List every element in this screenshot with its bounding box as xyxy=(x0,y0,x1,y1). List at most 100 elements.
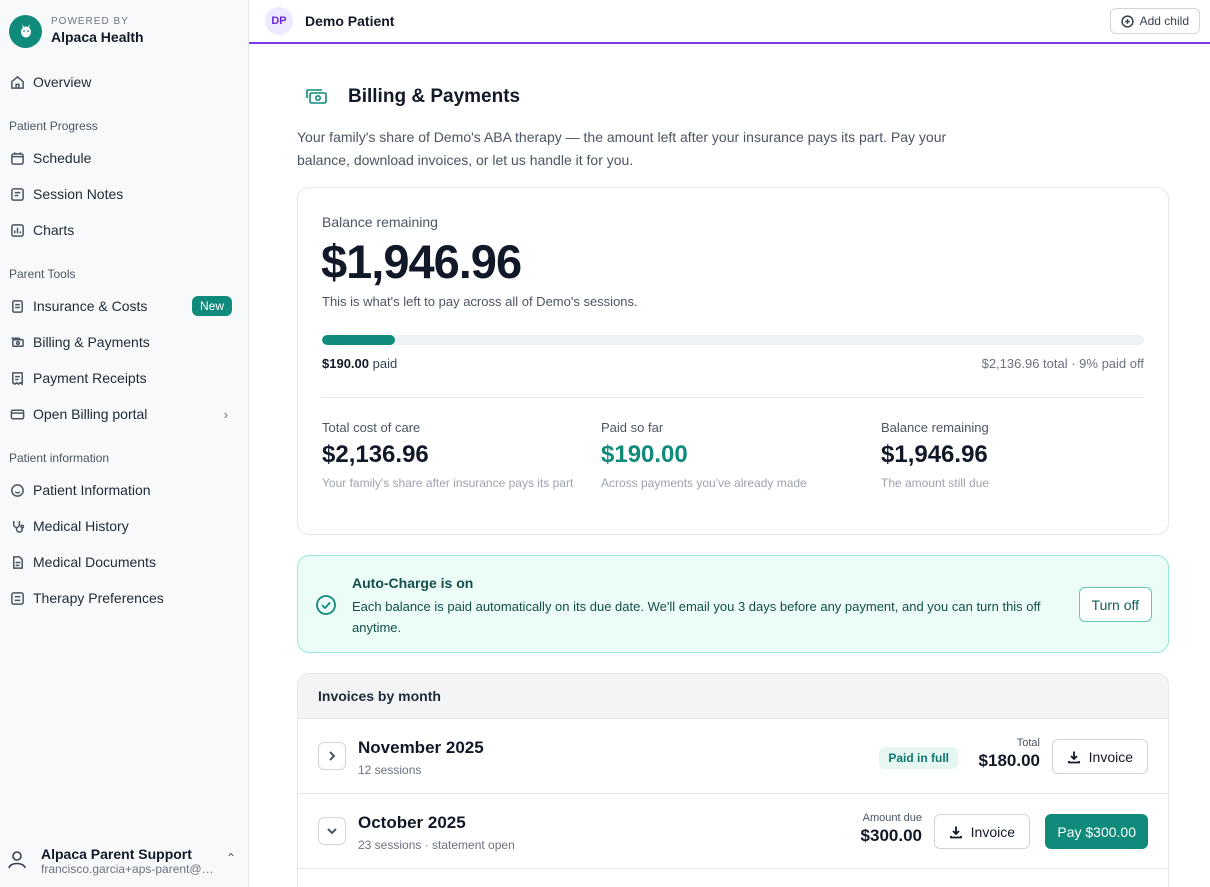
user-icon xyxy=(6,848,28,875)
stat-value: $1,946.96 xyxy=(881,441,988,468)
stat-label: Paid so far xyxy=(601,420,664,435)
invoices-header: Invoices by month xyxy=(298,674,1168,719)
user-menu[interactable]: Alpaca Parent Support francisco.garcia+a… xyxy=(0,835,248,887)
divider xyxy=(322,397,1144,398)
stat-label: Balance remaining xyxy=(881,420,989,435)
sidebar-item-medical-history[interactable]: Medical History xyxy=(0,511,248,541)
balance-amount: $1,946.96 xyxy=(321,235,522,288)
expand-toggle[interactable] xyxy=(318,742,346,770)
sidebar-item-session-notes[interactable]: Session Notes xyxy=(0,179,248,209)
sidebar-item-overview[interactable]: Overview xyxy=(0,67,248,97)
stat-note: Your family's share after insurance pays… xyxy=(322,476,574,490)
paid-in-full-badge: Paid in full xyxy=(879,747,958,769)
invoice-month: November 2025 xyxy=(358,738,484,757)
patient-avatar[interactable]: DP xyxy=(265,7,293,35)
payment-progress-fill xyxy=(322,335,396,345)
paid-line: $190.00 paid xyxy=(322,356,397,371)
paid-word: paid xyxy=(372,356,398,371)
preferences-icon xyxy=(9,590,25,606)
new-badge: New xyxy=(191,296,232,316)
page-title: Billing & Payments xyxy=(348,86,521,107)
notes-icon xyxy=(9,186,25,202)
autocharge-text: Each balance is paid automatically on it… xyxy=(352,599,1041,635)
sidebar-item-therapy-preferences[interactable]: Therapy Preferences xyxy=(0,583,248,613)
section-label-patient-progress: Patient Progress xyxy=(9,119,98,133)
sidebar-item-label: Billing & Payments xyxy=(33,334,150,350)
check-circle-icon xyxy=(315,594,337,616)
invoices-card: Invoices by month November 2025 12 sessi… xyxy=(297,673,1169,887)
sidebar-item-label: Schedule xyxy=(33,150,92,166)
amount-label: Total xyxy=(1016,737,1040,749)
sidebar-item-label: Session Notes xyxy=(33,186,124,202)
patient-name[interactable]: Demo Patient xyxy=(305,13,394,29)
section-label-parent-tools: Parent Tools xyxy=(9,267,76,281)
invoice-row-november: November 2025 12 sessions Paid in full T… xyxy=(298,719,1168,794)
sidebar-item-insurance-costs[interactable]: Insurance & Costs New xyxy=(0,291,248,321)
cash-icon xyxy=(9,334,25,350)
download-icon xyxy=(949,826,962,838)
home-icon xyxy=(9,74,25,90)
calendar-icon xyxy=(9,150,25,166)
sidebar-item-label: Medical Documents xyxy=(33,554,156,570)
invoice-amount-block: Total $180.00 xyxy=(979,737,1040,771)
balance-note: This is what's left to pay across all of… xyxy=(322,294,638,309)
stat-label: Total cost of care xyxy=(322,420,421,435)
file-icon xyxy=(9,554,25,570)
balance-label: Balance remaining xyxy=(322,214,438,230)
topbar: DP Demo Patient Add child xyxy=(249,0,1210,44)
brand[interactable]: POWERED BY Alpaca Health xyxy=(0,0,248,62)
smile-icon xyxy=(9,482,25,498)
invoice-button-label: Invoice xyxy=(1088,748,1133,765)
stat-total-cost: Total cost of care $2,136.96 Your family… xyxy=(322,420,577,491)
user-email: francisco.garcia+aps-parent@alpacahealth… xyxy=(41,862,216,876)
powered-by-label: POWERED BY xyxy=(51,16,129,27)
amount-label: Amount due xyxy=(862,812,922,824)
download-invoice-button[interactable]: Invoice xyxy=(933,814,1030,849)
sidebar-item-payment-receipts[interactable]: Payment Receipts xyxy=(0,363,248,393)
alpaca-logo-icon xyxy=(9,14,42,48)
sidebar-item-charts[interactable]: Charts xyxy=(0,215,248,245)
stat-value: $2,136.96 xyxy=(322,441,429,468)
invoice-month: October 2025 xyxy=(358,813,466,832)
invoice-button-label: Invoice xyxy=(970,823,1015,840)
stethoscope-icon xyxy=(9,518,25,534)
sidebar-item-label: Medical History xyxy=(33,518,129,534)
chevron-right-icon: › xyxy=(223,406,228,422)
stat-balance-remaining: Balance remaining $1,946.96 The amount s… xyxy=(881,420,1136,491)
add-child-label: Add child xyxy=(1139,14,1189,28)
plus-circle-icon xyxy=(1120,14,1134,28)
sidebar-item-billing-payments[interactable]: Billing & Payments xyxy=(0,327,248,357)
sidebar: POWERED BY Alpaca Health Overview Patien… xyxy=(0,0,249,887)
brand-name: Alpaca Health xyxy=(51,29,144,45)
invoice-amount-block: Amount due $300.00 xyxy=(861,812,922,846)
sidebar-item-patient-information[interactable]: Patient Information xyxy=(0,475,248,505)
sidebar-item-label: Payment Receipts xyxy=(33,370,147,386)
sidebar-item-label: Overview xyxy=(33,74,92,90)
amount-value: $180.00 xyxy=(978,751,1040,770)
sidebar-item-label: Insurance & Costs xyxy=(33,298,148,314)
stat-value: $190.00 xyxy=(601,441,688,468)
collapse-toggle[interactable] xyxy=(318,817,346,845)
credit-card-icon xyxy=(9,406,25,422)
download-invoice-button[interactable]: Invoice xyxy=(1051,739,1148,774)
stat-note: The amount still due xyxy=(881,476,990,490)
total-line: $2,136.96 total · 9% paid off xyxy=(981,356,1144,371)
sidebar-item-open-billing-portal[interactable]: Open Billing portal › xyxy=(0,399,248,429)
payment-progress-bar xyxy=(322,335,1144,345)
add-child-button[interactable]: Add child xyxy=(1109,8,1200,34)
receipt-icon xyxy=(9,370,25,386)
invoice-sub: 23 sessions · statement open xyxy=(358,838,515,852)
stat-paid-so-far: Paid so far $190.00 Across payments you'… xyxy=(601,420,856,491)
invoice-row-october: October 2025 23 sessions · statement ope… xyxy=(298,794,1168,869)
stat-note: Across payments you've already made xyxy=(601,476,807,490)
chart-icon xyxy=(9,222,25,238)
sidebar-item-label: Therapy Preferences xyxy=(33,590,164,606)
paid-amount: $190.00 xyxy=(322,356,369,371)
billing-icon xyxy=(305,86,329,108)
chevron-up-icon: ⌃ xyxy=(225,851,236,865)
sidebar-item-medical-documents[interactable]: Medical Documents xyxy=(0,547,248,577)
sidebar-item-schedule[interactable]: Schedule xyxy=(0,143,248,173)
sidebar-item-label: Charts xyxy=(33,222,75,238)
turn-off-button[interactable]: Turn off xyxy=(1078,587,1152,622)
pay-button[interactable]: Pay $300.00 xyxy=(1045,814,1148,849)
